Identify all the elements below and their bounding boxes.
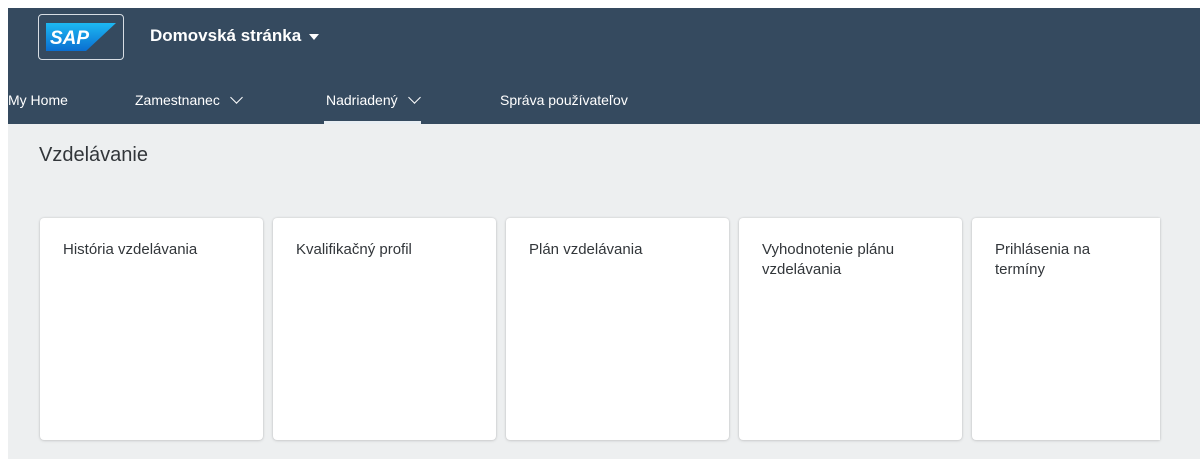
caret-down-icon (309, 34, 320, 40)
tile-title: Plán vzdelávania (529, 241, 643, 258)
tile-title: História vzdelávania (63, 241, 198, 258)
chevron-down-icon (407, 90, 421, 104)
tab-nadriadeny[interactable]: Nadriadený (324, 76, 421, 124)
tile-plan-vzdelavania[interactable]: Plán vzdelávania (506, 218, 729, 440)
tile-prihlasenia-na-terminy[interactable]: Prihlásenia na termíny (972, 218, 1160, 440)
tile-title: Prihlásenia na termíny (995, 241, 1091, 278)
tab-label: Správa používateľov (500, 92, 628, 108)
chevron-down-icon (229, 90, 243, 104)
tile-historia-vzdelavania[interactable]: História vzdelávania (40, 218, 263, 440)
sap-logo-button[interactable]: SAP (38, 14, 124, 60)
group-tab-bar: My Home Zamestnanec Nadriadený Správa po… (8, 76, 1200, 124)
sap-logo-icon: SAP (46, 23, 116, 51)
tab-label: Nadriadený (326, 92, 398, 108)
tile-title: Vyhodnotenie plánu vzdelávania (762, 241, 895, 278)
tile-kvalifikacny-profil[interactable]: Kvalifikačný profil (273, 218, 496, 440)
app-title: Domovská stránka (150, 26, 302, 45)
tab-sprava-pouzivatelov[interactable]: Správa používateľov (500, 76, 628, 124)
sap-logo-text: SAP (50, 28, 89, 49)
launchpad-shell: SAP Domovská stránka My Home Zamestnanec… (8, 8, 1200, 459)
tile-vyhodnotenie-planu[interactable]: Vyhodnotenie plánu vzdelávania (739, 218, 962, 440)
app-title-menu[interactable]: Domovská stránka (150, 24, 320, 48)
launchpad-window: SAP Domovská stránka My Home Zamestnanec… (0, 0, 1200, 459)
shell-bar: SAP Domovská stránka My Home Zamestnanec… (8, 8, 1200, 124)
tab-zamestnanec[interactable]: Zamestnanec (135, 76, 243, 124)
tab-label: Zamestnanec (135, 92, 220, 108)
section-title: Vzdelávanie (39, 144, 148, 166)
tab-label: My Home (8, 92, 68, 108)
tab-my-home[interactable]: My Home (8, 76, 68, 124)
tile-title: Kvalifikačný profil (296, 241, 412, 258)
tile-container: História vzdelávania Kvalifikačný profil… (40, 218, 1200, 440)
